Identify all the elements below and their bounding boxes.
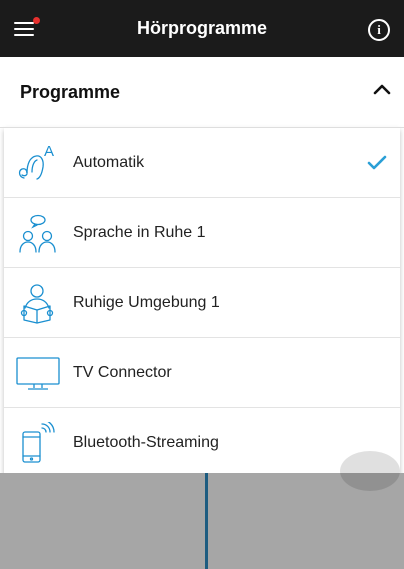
program-item-ruhige-umgebung[interactable]: Ruhige Umgebung 1	[4, 268, 400, 338]
program-label: Ruhige Umgebung 1	[73, 294, 220, 311]
program-label: Sprache in Ruhe 1	[73, 224, 206, 241]
programs-panel: Programme A Automatik Sprache in Ruhe 1 …	[0, 57, 404, 479]
program-label: Bluetooth-Streaming	[73, 434, 219, 451]
program-label: Automatik	[73, 154, 145, 171]
program-item-sprache-in-ruhe[interactable]: Sprache in Ruhe 1	[4, 198, 400, 268]
person-reading-icon	[20, 284, 54, 324]
phone-streaming-icon	[22, 422, 55, 463]
chevron-up-icon[interactable]	[372, 82, 392, 96]
checkmark-icon	[367, 155, 387, 170]
program-list: A Automatik Sprache in Ruhe 1 Ruhige Umg…	[4, 128, 400, 479]
background-screen	[0, 451, 404, 569]
app-header: Hörprogramme i	[0, 0, 404, 57]
program-item-automatik[interactable]: A Automatik	[4, 128, 400, 198]
background-shadow	[340, 451, 400, 491]
programs-section-header[interactable]: Programme	[0, 57, 404, 128]
hearing-aid-auto-icon: A	[18, 143, 54, 180]
svg-text:A: A	[44, 143, 54, 160]
section-title: Programme	[20, 82, 121, 102]
info-icon: i	[377, 22, 381, 37]
tv-icon	[16, 357, 60, 390]
program-item-tv-connector[interactable]: TV Connector	[4, 338, 400, 408]
page-title: Hörprogramme	[136, 18, 268, 38]
background-divider-line	[205, 473, 208, 569]
program-label: TV Connector	[73, 364, 172, 381]
info-button[interactable]: i	[368, 19, 390, 41]
conversation-people-icon	[19, 214, 56, 253]
